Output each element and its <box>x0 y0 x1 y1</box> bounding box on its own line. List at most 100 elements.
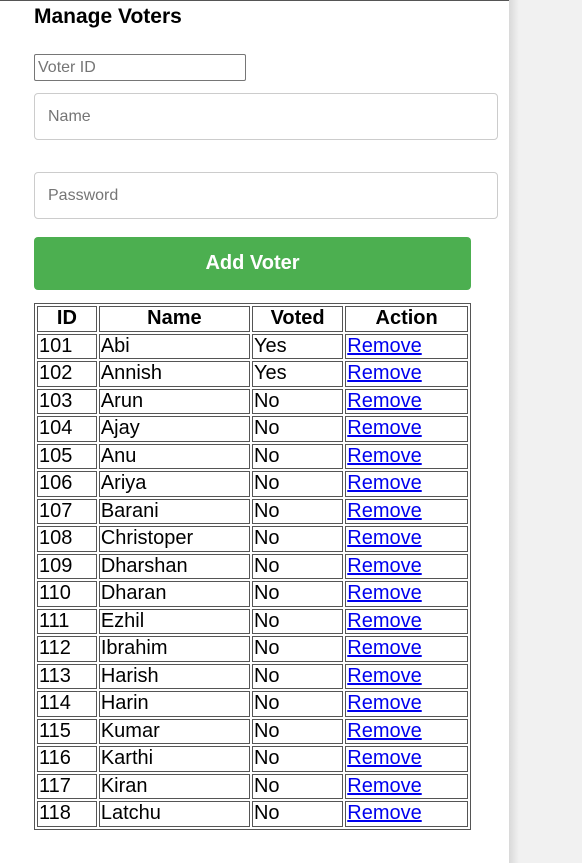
remove-link[interactable]: Remove <box>347 472 421 494</box>
remove-link[interactable]: Remove <box>347 417 421 439</box>
cell-voted: No <box>251 663 344 689</box>
cell-id: 113 <box>37 663 97 689</box>
cell-voted: No <box>251 691 344 717</box>
cell-action: Remove <box>345 333 468 359</box>
table-row: 108 Christoper No Remove <box>37 526 468 552</box>
cell-name: Ariya <box>98 471 250 497</box>
cell-id: 103 <box>37 388 97 414</box>
cell-id: 102 <box>37 361 97 387</box>
table-row: 103 Arun No Remove <box>37 388 468 414</box>
cell-voted: No <box>251 471 344 497</box>
cell-name: Ezhil <box>98 608 250 634</box>
table-row: 107 Barani No Remove <box>37 498 468 524</box>
cell-id: 105 <box>37 443 97 469</box>
table-row: 101 Abi Yes Remove <box>37 333 468 359</box>
table-row: 112 Ibrahim No Remove <box>37 636 468 662</box>
cell-name: Ajay <box>98 416 250 442</box>
cell-id: 108 <box>37 526 97 552</box>
remove-link[interactable]: Remove <box>347 362 421 384</box>
remove-link[interactable]: Remove <box>347 720 421 742</box>
cell-name: Anu <box>98 443 250 469</box>
cell-action: Remove <box>345 361 468 387</box>
voters-table: ID Name Voted Action 101 Abi Yes Remove 102 A… <box>34 303 471 830</box>
cell-name: Barani <box>98 498 250 524</box>
cell-id: 117 <box>37 773 97 799</box>
remove-link[interactable]: Remove <box>347 555 421 577</box>
cell-id: 111 <box>37 608 97 634</box>
cell-name: Harish <box>98 663 250 689</box>
password-input[interactable] <box>34 172 498 219</box>
cell-action: Remove <box>345 553 468 579</box>
table-row: 104 Ajay No Remove <box>37 416 468 442</box>
table-row: 111 Ezhil No Remove <box>37 608 468 634</box>
add-voter-button[interactable]: Add Voter <box>34 237 471 290</box>
table-header-row: ID Name Voted Action <box>37 306 468 332</box>
cell-id: 101 <box>37 333 97 359</box>
table-row: 114 Harin No Remove <box>37 691 468 717</box>
remove-link[interactable]: Remove <box>347 500 421 522</box>
page-title: Manage Voters <box>34 5 182 28</box>
cell-name: Latchu <box>98 801 250 827</box>
table-row: 106 Ariya No Remove <box>37 471 468 497</box>
manage-voters-panel: Manage Voters Add Voter ID Name Voted Ac… <box>0 0 509 863</box>
remove-link[interactable]: Remove <box>347 747 421 769</box>
remove-link[interactable]: Remove <box>347 665 421 687</box>
table-row: 115 Kumar No Remove <box>37 718 468 744</box>
cell-id: 115 <box>37 718 97 744</box>
cell-voted: Yes <box>251 333 344 359</box>
cell-action: Remove <box>345 388 468 414</box>
cell-action: Remove <box>345 718 468 744</box>
cell-voted: No <box>251 443 344 469</box>
cell-voted: No <box>251 801 344 827</box>
remove-link[interactable]: Remove <box>347 802 421 824</box>
cell-name: Harin <box>98 691 250 717</box>
cell-name: Annish <box>98 361 250 387</box>
remove-link[interactable]: Remove <box>347 527 421 549</box>
header-name: Name <box>98 306 250 332</box>
cell-id: 107 <box>37 498 97 524</box>
table-row: 110 Dharan No Remove <box>37 581 468 607</box>
header-id: ID <box>37 306 97 332</box>
cell-voted: No <box>251 388 344 414</box>
cell-action: Remove <box>345 773 468 799</box>
cell-id: 109 <box>37 553 97 579</box>
cell-voted: No <box>251 581 344 607</box>
cell-action: Remove <box>345 691 468 717</box>
cell-name: Abi <box>98 333 250 359</box>
cell-id: 116 <box>37 746 97 772</box>
cell-voted: No <box>251 773 344 799</box>
remove-link[interactable]: Remove <box>347 610 421 632</box>
voter-id-input[interactable] <box>34 54 246 81</box>
cell-name: Dharan <box>98 581 250 607</box>
cell-name: Karthi <box>98 746 250 772</box>
remove-link[interactable]: Remove <box>347 582 421 604</box>
cell-id: 118 <box>37 801 97 827</box>
cell-name: Kiran <box>98 773 250 799</box>
cell-voted: No <box>251 416 344 442</box>
table-row: 118 Latchu No Remove <box>37 801 468 827</box>
name-input[interactable] <box>34 93 498 140</box>
remove-link[interactable]: Remove <box>347 445 421 467</box>
panel-shadow <box>509 0 519 863</box>
remove-link[interactable]: Remove <box>347 775 421 797</box>
remove-link[interactable]: Remove <box>347 335 421 357</box>
cell-action: Remove <box>345 526 468 552</box>
cell-action: Remove <box>345 801 468 827</box>
cell-id: 110 <box>37 581 97 607</box>
cell-action: Remove <box>345 746 468 772</box>
table-row: 105 Anu No Remove <box>37 443 468 469</box>
table-row: 117 Kiran No Remove <box>37 773 468 799</box>
remove-link[interactable]: Remove <box>347 390 421 412</box>
remove-link[interactable]: Remove <box>347 637 421 659</box>
cell-name: Dharshan <box>98 553 250 579</box>
cell-voted: No <box>251 746 344 772</box>
table-row: 109 Dharshan No Remove <box>37 553 468 579</box>
cell-voted: No <box>251 718 344 744</box>
header-action: Action <box>345 306 468 332</box>
cell-voted: No <box>251 498 344 524</box>
table-row: 102 Annish Yes Remove <box>37 361 468 387</box>
table-row: 113 Harish No Remove <box>37 663 468 689</box>
remove-link[interactable]: Remove <box>347 692 421 714</box>
cell-id: 104 <box>37 416 97 442</box>
cell-action: Remove <box>345 471 468 497</box>
